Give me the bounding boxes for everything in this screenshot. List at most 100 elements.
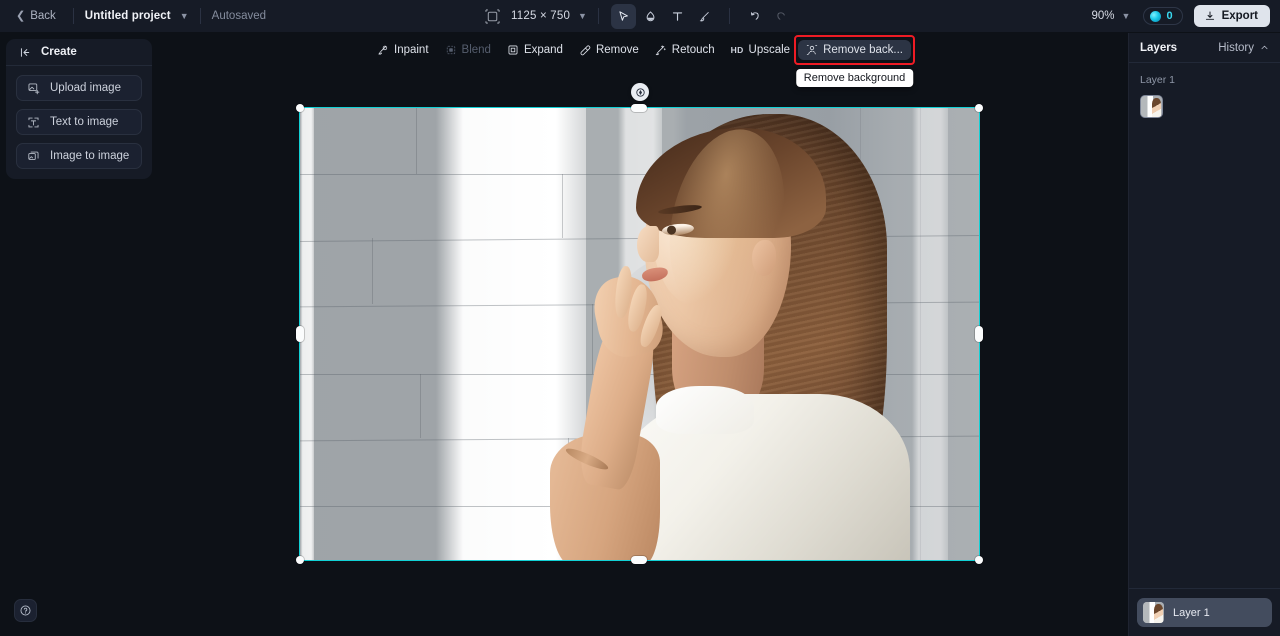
credits-count: 0	[1166, 10, 1173, 22]
credits-indicator[interactable]: 0	[1143, 7, 1183, 25]
upscale-button[interactable]: HD Upscale	[723, 40, 798, 60]
divider	[728, 8, 730, 24]
blend-icon	[446, 45, 455, 54]
remove-background-wrapper: Remove back... Remove background	[794, 34, 915, 87]
sidebar-header: Create	[6, 39, 152, 66]
select-tool-button[interactable]	[610, 3, 636, 29]
sidebar-title: Create	[41, 46, 77, 58]
tooltip: Remove background	[795, 68, 914, 87]
remove-background-label: Remove back...	[823, 43, 903, 56]
thumbnail-figure	[1151, 97, 1162, 117]
layer-thumbnail	[1143, 602, 1164, 623]
undo-icon	[750, 11, 759, 20]
upload-image-icon	[28, 83, 40, 94]
resize-handle-middle-left[interactable]	[296, 326, 304, 342]
divider	[597, 8, 599, 24]
photo-content	[300, 108, 979, 560]
credit-coin-icon	[1150, 10, 1162, 22]
top-bar-left: ❮ Back Untitled project ▼ Autosaved	[0, 6, 266, 26]
resize-handle-top-left[interactable]	[296, 104, 304, 112]
expand-icon	[508, 45, 518, 54]
layer-name: Layer 1	[1173, 606, 1210, 619]
canvas-size-icon[interactable]	[485, 8, 500, 24]
remove-label: Remove	[595, 43, 639, 56]
top-bar-center: 1125 × 750 ▼	[485, 3, 795, 29]
remove-background-button[interactable]: Remove back...	[798, 39, 911, 60]
help-button[interactable]	[14, 599, 37, 622]
app-root: ❮ Back Untitled project ▼ Autosaved 1125…	[0, 0, 1280, 636]
right-panel-header: Layers History	[1129, 33, 1280, 63]
layer-row[interactable]: Layer 1	[1137, 598, 1272, 627]
text-to-image-icon	[28, 117, 39, 127]
help-circle-icon	[20, 605, 31, 616]
brush-icon	[699, 11, 709, 21]
project-name[interactable]: Untitled project	[85, 10, 171, 22]
chevron-down-icon[interactable]: ▼	[1122, 11, 1131, 21]
resize-handle-middle-right[interactable]	[975, 326, 983, 342]
resize-handle-bottom-left[interactable]	[296, 556, 304, 564]
expand-label: Expand	[523, 43, 563, 56]
back-label: Back	[30, 10, 56, 22]
sidebar-item-label: Text to image	[50, 116, 119, 128]
undo-button[interactable]	[742, 4, 767, 29]
right-panel: Layers History Layer 1 Layer 1	[1128, 33, 1280, 636]
divider	[72, 8, 74, 24]
retouch-icon	[655, 44, 666, 55]
text-icon	[672, 11, 683, 21]
text-tool-button[interactable]	[665, 4, 690, 29]
blob-icon	[646, 10, 655, 21]
redo-button[interactable]	[769, 4, 794, 29]
rotate-icon	[635, 87, 645, 97]
sidebar-item-label: Upload image	[50, 82, 121, 94]
selected-image[interactable]	[299, 107, 980, 561]
brush-tool-button[interactable]	[692, 4, 717, 29]
history-label: History	[1218, 41, 1254, 54]
resize-handle-bottom-center[interactable]	[631, 556, 647, 564]
history-list: Layer 1	[1129, 63, 1280, 588]
sidebar-item-upload-image[interactable]: Upload image	[16, 75, 142, 101]
blend-label: Blend	[461, 43, 491, 56]
expand-button[interactable]: Expand	[499, 40, 571, 60]
chevron-down-icon[interactable]: ▼	[180, 11, 189, 21]
back-button[interactable]: ❮ Back	[10, 6, 62, 26]
resize-handle-top-right[interactable]	[975, 104, 983, 112]
retouch-label: Retouch	[671, 43, 715, 56]
history-thumbnail[interactable]	[1140, 95, 1163, 118]
sidebar-item-text-to-image[interactable]: Text to image	[16, 109, 142, 135]
sidebar-item-image-to-image[interactable]: Image to image	[16, 143, 142, 169]
chevron-down-icon[interactable]: ▼	[578, 11, 587, 21]
resize-handle-bottom-right[interactable]	[975, 556, 983, 564]
shape-tool-button[interactable]	[638, 4, 663, 29]
chevron-up-icon	[1261, 45, 1268, 50]
rotate-handle[interactable]	[631, 83, 649, 101]
history-toggle[interactable]: History	[1218, 42, 1269, 54]
export-label: Export	[1221, 10, 1258, 22]
zoom-level-value[interactable]: 90%	[1092, 10, 1115, 22]
collapse-panel-icon[interactable]	[19, 46, 32, 59]
remove-icon	[580, 45, 591, 55]
remove-button[interactable]: Remove	[571, 40, 647, 60]
tab-layers[interactable]: Layers	[1140, 42, 1177, 54]
inpaint-icon	[378, 45, 388, 55]
sidebar-item-label: Image to image	[50, 150, 130, 162]
image-actions-toolbar: Inpaint Blend Expand Remove Retouch HD U…	[369, 34, 915, 87]
inpaint-button[interactable]: Inpaint	[369, 40, 437, 60]
resize-handle-top-center[interactable]	[631, 104, 647, 112]
retouch-button[interactable]: Retouch	[647, 40, 723, 60]
hd-badge: HD	[730, 44, 744, 55]
top-bar-right: 90% ▼ 0 Export	[1092, 5, 1270, 27]
redo-icon	[777, 11, 785, 20]
cursor-icon	[619, 10, 628, 21]
upscale-label: Upscale	[748, 43, 791, 56]
export-button[interactable]: Export	[1193, 5, 1270, 27]
blend-button[interactable]: Blend	[437, 40, 499, 60]
top-bar: ❮ Back Untitled project ▼ Autosaved 1125…	[0, 0, 1280, 33]
image-to-image-icon	[28, 151, 39, 160]
thumbnail-figure	[1153, 603, 1164, 623]
canvas-area[interactable]	[152, 33, 1128, 636]
left-sidebar: Create Upload image Text to image Image …	[6, 39, 152, 179]
autosaved-status: Autosaved	[211, 10, 267, 22]
remove-background-icon	[806, 44, 818, 55]
canvas-size-value[interactable]: 1125 × 750	[511, 10, 570, 22]
history-group-label: Layer 1	[1140, 74, 1176, 86]
